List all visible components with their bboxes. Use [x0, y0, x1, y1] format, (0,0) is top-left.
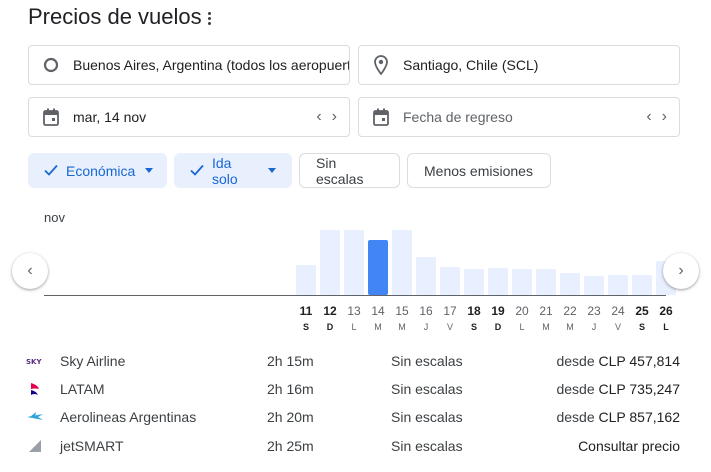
latam-logo: [26, 381, 44, 397]
price-bar-17[interactable]: [440, 267, 460, 295]
weekday-label-22: M: [566, 322, 574, 332]
price-prefix: desde: [556, 409, 599, 425]
flight-row[interactable]: LATAM 2h 16m Sin escalas desde CLP 735,2…: [0, 375, 711, 403]
flight-stops: Sin escalas: [391, 438, 463, 454]
price-bar-20[interactable]: [512, 269, 532, 295]
day-label-24: 24: [611, 304, 625, 318]
price-prefix: desde: [556, 353, 599, 369]
flight-row[interactable]: SKY Sky Airline 2h 15m Sin escalas desde…: [0, 347, 711, 375]
day-label-18: 18: [467, 304, 481, 318]
price-bar-18[interactable]: [464, 269, 484, 295]
weekday-label-23: J: [592, 322, 597, 332]
flight-price: desde CLP 735,247: [556, 381, 680, 397]
weekday-label-16: J: [424, 322, 429, 332]
weekday-label-25: S: [639, 322, 645, 332]
day-label-23: 23: [587, 304, 601, 318]
price-bar-19[interactable]: [488, 268, 508, 295]
day-label-13: 13: [347, 304, 361, 318]
chevron-left-icon: ‹: [27, 262, 33, 279]
chart-prev-button[interactable]: ‹: [12, 253, 48, 289]
aerolineas-argentinas-logo: [26, 409, 44, 425]
price-bar-15[interactable]: [392, 230, 412, 295]
price-bar-24[interactable]: [608, 275, 628, 295]
weekday-label-26: L: [663, 322, 669, 332]
airline-name: jetSMART: [60, 438, 124, 454]
day-label-22: 22: [563, 304, 577, 318]
chart-next-button[interactable]: ›: [663, 253, 699, 289]
flight-duration: 2h 20m: [267, 409, 314, 425]
weekday-label-19: D: [495, 322, 502, 332]
flight-stops: Sin escalas: [391, 409, 463, 425]
price-value: CLP 457,814: [598, 353, 680, 369]
jetsmart-logo: [26, 438, 44, 454]
day-label-25: 25: [635, 304, 649, 318]
airline-name: LATAM: [60, 381, 105, 397]
price-prefix: desde: [556, 381, 599, 397]
sky-airline-logo: SKY: [26, 353, 44, 369]
price-value: Consultar precio: [578, 438, 680, 454]
weekday-label-24: V: [615, 322, 621, 332]
flight-duration: 2h 25m: [267, 438, 314, 454]
weekday-label-21: M: [542, 322, 550, 332]
flight-row[interactable]: Aerolineas Argentinas 2h 20m Sin escalas…: [0, 403, 711, 431]
price-bar-11[interactable]: [296, 265, 316, 295]
weekday-label-11: S: [303, 322, 309, 332]
day-label-16: 16: [419, 304, 433, 318]
day-label-11: 11: [300, 304, 313, 318]
day-label-12: 12: [323, 304, 337, 318]
flight-stops: Sin escalas: [391, 353, 463, 369]
airline-name: Sky Airline: [60, 353, 126, 369]
day-label-17: 17: [443, 304, 457, 318]
price-value: CLP 735,247: [598, 381, 680, 397]
price-bar-25[interactable]: [632, 275, 652, 295]
svg-text:SKY: SKY: [26, 358, 42, 366]
day-label-26: 26: [659, 304, 673, 318]
weekday-label-14: M: [374, 322, 382, 332]
chevron-right-icon: ›: [678, 262, 684, 279]
day-label-20: 20: [515, 304, 529, 318]
day-label-19: 19: [491, 304, 505, 318]
flight-price: desde CLP 857,162: [556, 409, 680, 425]
weekday-label-17: V: [447, 322, 453, 332]
price-bar-22[interactable]: [560, 273, 580, 295]
price-bar-13[interactable]: [344, 230, 364, 295]
weekday-label-20: L: [519, 322, 524, 332]
weekday-label-18: S: [471, 322, 477, 332]
flight-price: desde CLP 457,814: [556, 353, 680, 369]
day-label-15: 15: [395, 304, 409, 318]
day-label-21: 21: [539, 304, 553, 318]
flight-duration: 2h 16m: [267, 381, 314, 397]
price-bar-21[interactable]: [536, 269, 556, 295]
flight-stops: Sin escalas: [391, 381, 463, 397]
price-value: CLP 857,162: [598, 409, 680, 425]
price-bar-12[interactable]: [320, 230, 340, 295]
weekday-label-12: D: [327, 322, 334, 332]
price-bar-23[interactable]: [584, 276, 604, 295]
price-bar-14[interactable]: [368, 240, 388, 295]
flight-price: Consultar precio: [578, 438, 680, 454]
day-label-14: 14: [371, 304, 385, 318]
flight-row[interactable]: jetSMART 2h 25m Sin escalas Consultar pr…: [0, 432, 711, 460]
weekday-label-15: M: [398, 322, 406, 332]
weekday-label-13: L: [351, 322, 356, 332]
flight-duration: 2h 15m: [267, 353, 314, 369]
price-bar-16[interactable]: [416, 257, 436, 295]
airline-name: Aerolineas Argentinas: [60, 409, 197, 425]
